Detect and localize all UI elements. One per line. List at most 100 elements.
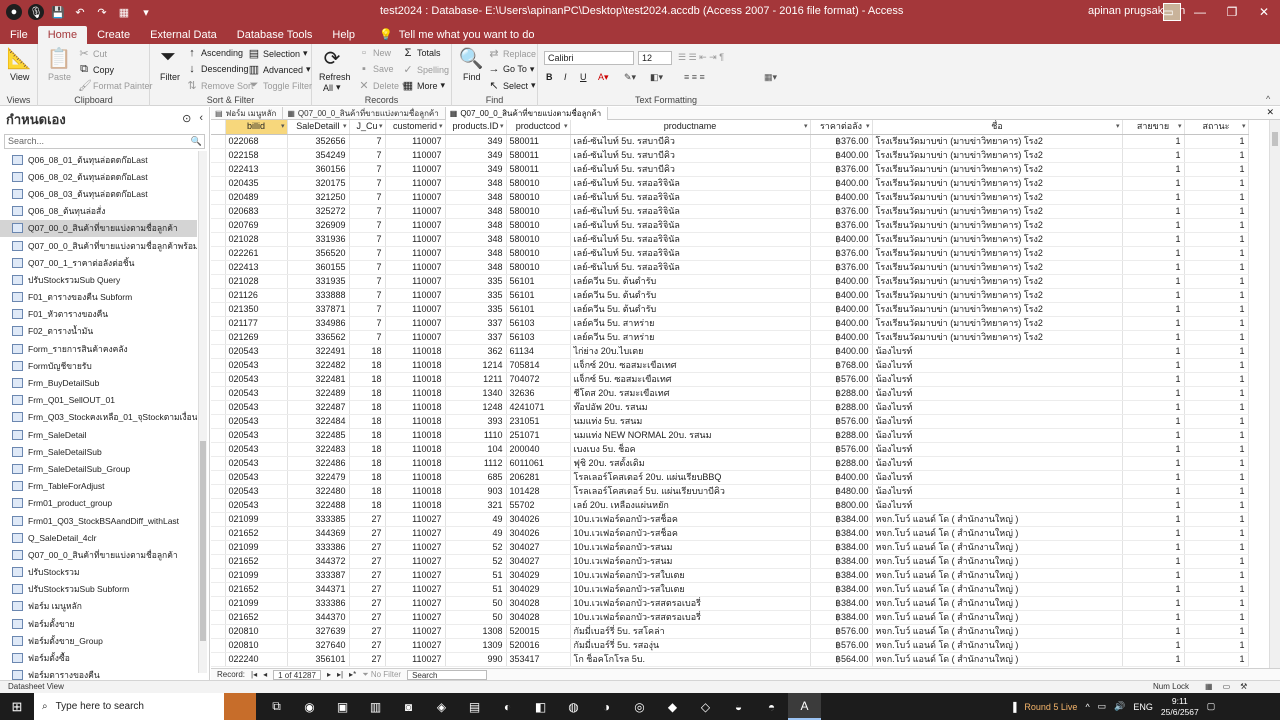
nav-item[interactable]: ฟอร์มตั้งซื้อ: [0, 649, 197, 666]
table-cell[interactable]: นมแท่ง NEW NORMAL 20บ. รสนม: [570, 428, 811, 443]
table-cell[interactable]: 10บ.เวเฟอร์ดอกบัว-รสใบเตย: [570, 582, 811, 597]
edge-icon[interactable]: ◑: [590, 693, 623, 720]
table-cell[interactable]: โรงเรียนวัดมาบข่า (มาบข่าวิทยาคาร) โรง2: [872, 148, 1123, 163]
row-selector[interactable]: [211, 526, 226, 541]
table-cell[interactable]: 1340: [445, 386, 507, 401]
next-record-icon[interactable]: ▸: [327, 670, 331, 679]
table-cell[interactable]: 18: [349, 498, 386, 513]
table-cell[interactable]: 1: [1122, 260, 1185, 275]
row-selector[interactable]: [211, 302, 226, 317]
view-button[interactable]: View: [10, 72, 29, 82]
column-header[interactable]: สายขาย ▾: [1122, 120, 1185, 135]
table-cell[interactable]: น้องไบรท์: [872, 498, 1123, 513]
outlook-icon[interactable]: ◧: [524, 693, 557, 720]
table-cell[interactable]: 333387: [287, 568, 350, 583]
find-icon[interactable]: 🔍: [456, 46, 486, 71]
network-icon[interactable]: ▭: [1098, 701, 1107, 712]
table-cell[interactable]: 1: [1184, 554, 1249, 569]
column-dropdown-icon[interactable]: ▾: [866, 120, 870, 133]
table-cell[interactable]: 1: [1184, 652, 1249, 667]
table-row[interactable]: 020810 327640 27 110027 1309 520016 กัมมี่เบอร…: [211, 638, 1249, 653]
table-cell[interactable]: 580011: [506, 134, 571, 149]
more-button[interactable]: ▦ More ▾: [402, 79, 445, 92]
table-cell[interactable]: 110007: [385, 288, 446, 303]
table-cell[interactable]: 021269: [225, 330, 288, 345]
table-cell[interactable]: 110018: [385, 358, 446, 373]
table-cell[interactable]: 1: [1122, 134, 1185, 149]
table-cell[interactable]: 580010: [506, 190, 571, 205]
table-cell[interactable]: 110018: [385, 344, 446, 359]
table-cell[interactable]: 1: [1122, 218, 1185, 233]
column-header[interactable]: SaleDetailI ▾: [287, 120, 350, 135]
table-row[interactable]: 020489 321250 7 110007 348 580010 เลย์-ซันไบท์…: [211, 190, 1249, 205]
table-cell[interactable]: 1: [1184, 568, 1249, 583]
table-cell[interactable]: น้องไบรท์: [872, 400, 1123, 415]
table-row[interactable]: 021126 333888 7 110007 335 56101 เลย์ควีน 5บ. …: [211, 288, 1249, 303]
table-cell[interactable]: 337: [445, 316, 507, 331]
table-cell[interactable]: 704072: [506, 372, 571, 387]
table-cell[interactable]: 580010: [506, 246, 571, 261]
table-cell[interactable]: 322479: [287, 470, 350, 485]
save-record-button[interactable]: ▪ Save: [358, 63, 393, 75]
row-selector[interactable]: [211, 260, 226, 275]
table-cell[interactable]: หจก.โบว์ แอนด์ โด ( สำนักงานใหญ่ ): [872, 512, 1123, 527]
table-cell[interactable]: 304026: [506, 526, 571, 541]
undo-icon[interactable]: ↶: [72, 4, 88, 20]
app-icon[interactable]: ◍: [557, 693, 590, 720]
table-cell[interactable]: 349: [445, 148, 507, 163]
table-cell[interactable]: 022413: [225, 162, 288, 177]
table-cell[interactable]: 1: [1122, 176, 1185, 191]
table-row[interactable]: 022068 352656 7 110007 349 580011 เลย์-ซันไบท์…: [211, 134, 1249, 149]
row-selector[interactable]: [211, 176, 226, 191]
nav-item[interactable]: Q07_00_0_สินค้าที่ขายแบ่งตามชื่อลูกค้า: [0, 546, 197, 563]
row-selector[interactable]: [211, 372, 226, 387]
table-cell[interactable]: ฿400.00: [810, 316, 873, 331]
row-selector[interactable]: [211, 470, 226, 485]
nav-item[interactable]: F01_หัวตารางของคืน: [0, 306, 197, 323]
nav-item[interactable]: Frm_BuyDetailSub: [0, 374, 197, 391]
last-record-icon[interactable]: ▸|: [337, 670, 343, 679]
totals-button[interactable]: Σ Totals: [402, 47, 441, 59]
camera-icon[interactable]: ◙: [392, 693, 425, 720]
row-selector[interactable]: [211, 484, 226, 499]
app-icon[interactable]: ◒: [722, 693, 755, 720]
table-cell[interactable]: 322487: [287, 400, 350, 415]
table-cell[interactable]: น้องไบรท์: [872, 428, 1123, 443]
tray-app-label[interactable]: Round 5 Live: [1024, 702, 1077, 712]
table-row[interactable]: 020435 320175 7 110007 348 580010 เลย์-ซันไบท์…: [211, 176, 1249, 191]
datasheet-view-icon[interactable]: ▦: [1205, 681, 1213, 693]
row-selector[interactable]: [211, 512, 226, 527]
table-cell[interactable]: น้องไบรท์: [872, 484, 1123, 499]
table-row[interactable]: 022240 356101 27 110027 990 353417 โก ช็อคโกโร…: [211, 652, 1249, 667]
table-cell[interactable]: 51: [445, 582, 507, 597]
cut-button[interactable]: ✂ Cut: [78, 47, 107, 60]
table-row[interactable]: 021099 333386 27 110027 50 304028 10บ.เวเฟอร์ด…: [211, 596, 1249, 611]
table-cell[interactable]: 1: [1184, 484, 1249, 499]
table-row[interactable]: 022158 354249 7 110007 349 580011 เลย์-ซันไบท์…: [211, 148, 1249, 163]
table-row[interactable]: 021028 331936 7 110007 348 580010 เลย์-ซันไบท์…: [211, 232, 1249, 247]
table-cell[interactable]: ฿768.00: [810, 358, 873, 373]
table-cell[interactable]: ชีโตส 20บ. รสมะเขือเทศ: [570, 386, 811, 401]
tab-home[interactable]: Home: [37, 26, 88, 44]
table-cell[interactable]: โรงเรียนวัดมาบข่า (มาบข่าวิทยาคาร) โรง2: [872, 302, 1123, 317]
table-cell[interactable]: 335: [445, 302, 507, 317]
table-cell[interactable]: เลย์ 20บ. เหลืองแผ่นหยัก: [570, 498, 811, 513]
redo-icon[interactable]: ↷: [94, 4, 110, 20]
table-cell[interactable]: 322481: [287, 372, 350, 387]
table-cell[interactable]: โรงเรียนวัดมาบข่า (มาบข่าวิทยาคาร) โรง2: [872, 190, 1123, 205]
table-cell[interactable]: 1: [1122, 512, 1185, 527]
table-cell[interactable]: 110018: [385, 414, 446, 429]
table-cell[interactable]: 1: [1184, 218, 1249, 233]
table-cell[interactable]: 1: [1122, 638, 1185, 653]
table-cell[interactable]: 18: [349, 456, 386, 471]
table-cell[interactable]: 348: [445, 260, 507, 275]
table-cell[interactable]: 110007: [385, 274, 446, 289]
table-cell[interactable]: 110007: [385, 302, 446, 317]
row-selector[interactable]: [211, 162, 226, 177]
table-cell[interactable]: 903: [445, 484, 507, 499]
table-cell[interactable]: 021350: [225, 302, 288, 317]
table-cell[interactable]: 56103: [506, 316, 571, 331]
table-cell[interactable]: 50: [445, 596, 507, 611]
table-cell[interactable]: 56101: [506, 288, 571, 303]
row-selector[interactable]: [211, 498, 226, 513]
